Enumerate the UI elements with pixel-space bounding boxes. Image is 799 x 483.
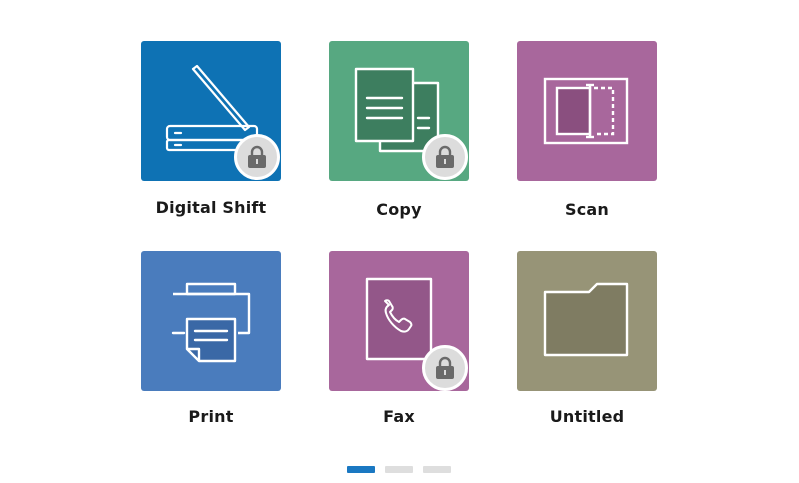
fax-tile[interactable] (329, 251, 469, 391)
scan-tile[interactable] (517, 41, 657, 181)
print-label: Print (188, 407, 234, 426)
page-indicator (347, 466, 451, 473)
digital-shift-tile[interactable] (141, 41, 281, 181)
print-tile[interactable] (141, 251, 281, 391)
fax-label: Fax (383, 407, 415, 426)
untitled-label: Untitled (549, 407, 625, 426)
digital-shift-label: Digital Shift (155, 198, 267, 217)
folder-icon (543, 282, 629, 357)
scan-label: Scan (565, 200, 609, 219)
untitled-tile[interactable] (517, 251, 657, 391)
printer-icon (171, 282, 251, 363)
page-dot-3[interactable] (423, 466, 451, 473)
page-dot-2[interactable] (385, 466, 413, 473)
app-launcher: Digital Shift Copy Scan Print Fax Untitl… (0, 0, 799, 483)
lock-icon (234, 134, 280, 180)
page-dot-1[interactable] (347, 466, 375, 473)
scan-frame-icon (543, 77, 629, 145)
copy-tile[interactable] (329, 41, 469, 181)
lock-icon (422, 345, 468, 391)
copy-label: Copy (376, 200, 422, 219)
lock-icon (422, 134, 468, 180)
